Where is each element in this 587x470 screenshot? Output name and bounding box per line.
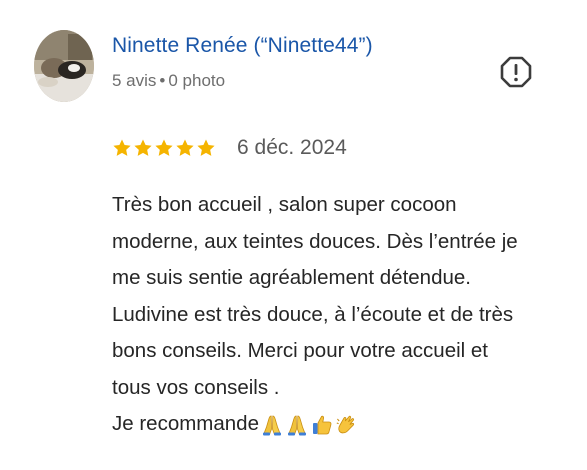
star-rating (112, 138, 216, 158)
folded-hands-icon (287, 415, 306, 436)
star-icon (134, 139, 152, 156)
recommend-text: Je recommande (112, 412, 259, 435)
star-icon (155, 139, 173, 156)
folded-hands-icon (262, 415, 281, 436)
avatar[interactable] (34, 30, 94, 102)
report-flag-icon[interactable] (499, 55, 533, 89)
clapping-hands-icon (336, 415, 355, 433)
author-name[interactable]: Ninette Renée (“Ninette44”) (112, 34, 373, 58)
rating-row: 6 déc. 2024 (112, 134, 347, 162)
review-line: bons conseils. Merci pour votre accueil … (112, 339, 489, 362)
star-icon (176, 139, 194, 156)
author-meta: 5 avis • 0 photo (112, 71, 225, 91)
reviews-count: 5 avis (112, 71, 157, 90)
review-line: Très bon accueil , salon super cocoon (112, 193, 457, 216)
star-icon (197, 139, 215, 156)
review-date: 6 déc. 2024 (237, 136, 347, 159)
star-icon (113, 139, 131, 156)
review-line: tous vos conseils . (112, 375, 280, 399)
review-line: moderne, aux teintes douces. Dès l’entré… (112, 229, 518, 253)
thumbs-up-icon (312, 415, 332, 434)
avatar-photo (34, 30, 94, 102)
meta-separator: • (159, 71, 166, 90)
emoji-row (260, 413, 359, 437)
review-line: Ludivine est très douce, à l’écoute et d… (112, 302, 514, 326)
review-last-line: Je recommande (112, 406, 552, 443)
review-line: me suis sentie agréablement détendue. (112, 266, 471, 289)
review-text: Très bon accueil , salon super cocoon mo… (112, 187, 552, 443)
photos-count: 0 photo (168, 71, 226, 90)
